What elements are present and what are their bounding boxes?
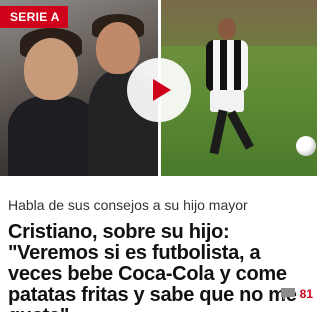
figure-son-face — [24, 38, 78, 100]
play-button[interactable] — [127, 58, 191, 122]
player-striped-shirt — [206, 40, 248, 92]
play-icon — [153, 79, 171, 101]
article-headline[interactable]: Cristiano, sobre su hijo: "Veremos si es… — [8, 222, 313, 312]
section-badge[interactable]: SERIE A — [0, 6, 68, 28]
player-head — [218, 18, 236, 40]
figure-son — [8, 96, 100, 176]
article-subtitle: Habla de sus consejos a su hijo mayor — [8, 197, 248, 213]
player-shorts — [210, 90, 244, 112]
speech-bubble-icon — [280, 288, 295, 300]
comments-link[interactable]: 81 — [280, 285, 313, 303]
figure-father-face — [96, 22, 140, 74]
soccer-ball — [296, 136, 316, 156]
comment-count: 81 — [299, 287, 313, 301]
article-card[interactable]: SERIE A Habla de sus consejos a su hijo … — [0, 0, 317, 312]
